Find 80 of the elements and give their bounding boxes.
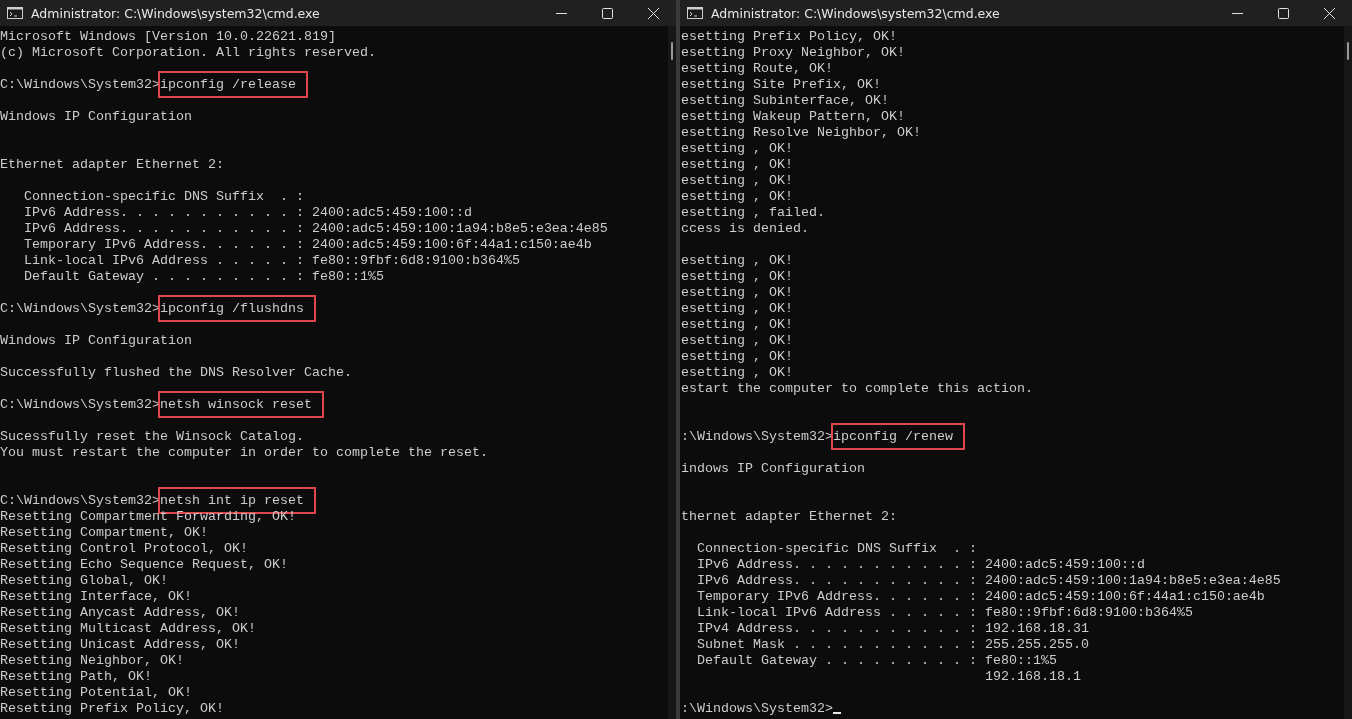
prompt-text: C:\Windows\System32> xyxy=(0,301,160,316)
console-line: Windows IP Configuration xyxy=(0,109,192,124)
terminal-icon xyxy=(687,7,703,19)
prompt-text: :\Windows\System32> xyxy=(681,701,833,716)
console-line: IPv6 Address. . . . . . . . . . . : 2400:adc5:459:100::d xyxy=(23,205,472,220)
console-line: esetting , OK! xyxy=(681,317,793,332)
console-line: Windows IP Configuration xyxy=(0,333,192,348)
command-text: ipconfig /release xyxy=(157,71,308,98)
console-line: Link-local IPv6 Address . . . . . : fe80::9fbf:6d8:9100:b364%5 xyxy=(23,253,520,268)
console-line: esetting , OK! xyxy=(681,333,793,348)
console-line: esetting , OK! xyxy=(681,269,793,284)
window-title: Administrator: C:\Windows\system32\cmd.exe xyxy=(31,5,321,21)
window-title: Administrator: C:\Windows\system32\cmd.exe xyxy=(711,5,1001,21)
console-line: Resetting Neighbor, OK! xyxy=(0,653,184,668)
console-line: Resetting Anycast Address, OK! xyxy=(0,605,240,620)
command-text: netsh winsock reset xyxy=(157,391,324,418)
console-line: Temporary IPv6 Address. . . . . . : 2400:adc5:459:100:6f:44a1:c150:ae4b xyxy=(696,589,1265,604)
console-line: IPv6 Address. . . . . . . . . . . : 2400:adc5:459:100:1a94:b8e5:e3ea:4e85 xyxy=(23,221,608,236)
terminal-icon xyxy=(7,7,23,19)
console-line: esetting , OK! xyxy=(681,189,793,204)
console-line: IPv4 Address. . . . . . . . . . . : 192.168.18.31 xyxy=(696,621,1089,636)
console-line: Resetting Multicast Address, OK! xyxy=(0,621,256,636)
console-line: Resetting Unicast Address, OK! xyxy=(0,637,240,652)
console-line: esetting Proxy Neighbor, OK! xyxy=(681,45,905,60)
console-line: Successfully flushed the DNS Resolver Cache. xyxy=(0,365,352,380)
console-line: Resetting Echo Sequence Request, OK! xyxy=(0,557,288,572)
console-line: esetting , failed. xyxy=(681,205,825,220)
command-text: ipconfig /renew xyxy=(830,423,965,450)
console-line: Resetting Compartment, OK! xyxy=(0,525,208,540)
console-line: Resetting Potential, OK! xyxy=(0,685,192,700)
scrollbar[interactable] xyxy=(1344,26,1352,719)
console-line: Microsoft Windows [Version 10.0.22621.819] xyxy=(0,29,336,44)
console-line: Default Gateway . . . . . . . . . : fe80::1%5 xyxy=(23,269,384,284)
console-line: 192.168.18.1 xyxy=(983,669,1081,684)
console-line: Resetting Control Protocol, OK! xyxy=(0,541,248,556)
console-line: You must restart the computer in order to complete the reset. xyxy=(0,445,488,460)
cursor-icon xyxy=(832,712,841,714)
console-line: estart the computer to complete this action. xyxy=(681,381,1033,396)
console-line: esetting Site Prefix, OK! xyxy=(681,77,881,92)
console-line: esetting , OK! xyxy=(681,157,793,172)
console-line: IPv6 Address. . . . . . . . . . . : 2400:adc5:459:100::d xyxy=(696,557,1145,572)
prompt-text: C:\Windows\System32> xyxy=(0,77,160,92)
console-line: Resetting Interface, OK! xyxy=(0,589,192,604)
prompt-text: C:\Windows\System32> xyxy=(0,493,160,508)
console-line: esetting , OK! xyxy=(681,173,793,188)
console-line: Resetting Global, OK! xyxy=(0,573,168,588)
prompt-text: C:\Windows\System32> xyxy=(0,397,160,412)
maximize-icon xyxy=(1277,7,1289,19)
console-line: esetting , OK! xyxy=(681,349,793,364)
console-line: Sucessfully reset the Winsock Catalog. xyxy=(0,429,304,444)
console-line: esetting Wakeup Pattern, OK! xyxy=(681,109,905,124)
console-line: indows IP Configuration xyxy=(681,461,865,476)
console-line: (c) Microsoft Corporation. All rights reserved. xyxy=(0,45,376,60)
console-line: Ethernet adapter Ethernet 2: xyxy=(0,157,224,172)
console-line: esetting , OK! xyxy=(681,253,793,268)
console-line: Temporary IPv6 Address. . . . . . : 2400:adc5:459:100:6f:44a1:c150:ae4b xyxy=(23,237,592,252)
maximize-icon xyxy=(601,7,613,19)
console-line: Default Gateway . . . . . . . . . : fe80::1%5 xyxy=(696,653,1057,668)
console-line: IPv6 Address. . . . . . . . . . . : 2400:adc5:459:100:1a94:b8e5:e3ea:4e85 xyxy=(696,573,1281,588)
close-icon xyxy=(1323,7,1335,19)
close-icon xyxy=(647,7,659,19)
console-line: Connection-specific DNS Suffix . : xyxy=(696,541,977,556)
console-line: esetting Route, OK! xyxy=(681,61,833,76)
prompt-text: :\Windows\System32> xyxy=(681,429,833,444)
command-text: ipconfig /flushdns xyxy=(157,295,316,322)
console-line: Resetting Path, OK! xyxy=(0,669,152,684)
console-line: Resetting Prefix Policy, OK! xyxy=(0,701,224,716)
console-line: Connection-specific DNS Suffix . : xyxy=(23,189,304,204)
console-line: esetting , OK! xyxy=(681,285,793,300)
console-line: ccess is denied. xyxy=(681,221,809,236)
console-line: esetting Subinterface, OK! xyxy=(681,93,889,108)
console-line: Link-local IPv6 Address . . . . . : fe80::9fbf:6d8:9100:b364%5 xyxy=(696,605,1193,620)
console-line: thernet adapter Ethernet 2: xyxy=(681,509,897,524)
console-line: esetting , OK! xyxy=(681,301,793,316)
console-line: esetting , OK! xyxy=(681,365,793,380)
scrollbar[interactable] xyxy=(668,26,676,719)
console-line: esetting Resolve Neighbor, OK! xyxy=(681,125,921,140)
console-line: Subnet Mask . . . . . . . . . . . : 255.255.255.0 xyxy=(696,637,1089,652)
console-line: esetting , OK! xyxy=(681,141,793,156)
console-line: esetting Prefix Policy, OK! xyxy=(681,29,897,44)
